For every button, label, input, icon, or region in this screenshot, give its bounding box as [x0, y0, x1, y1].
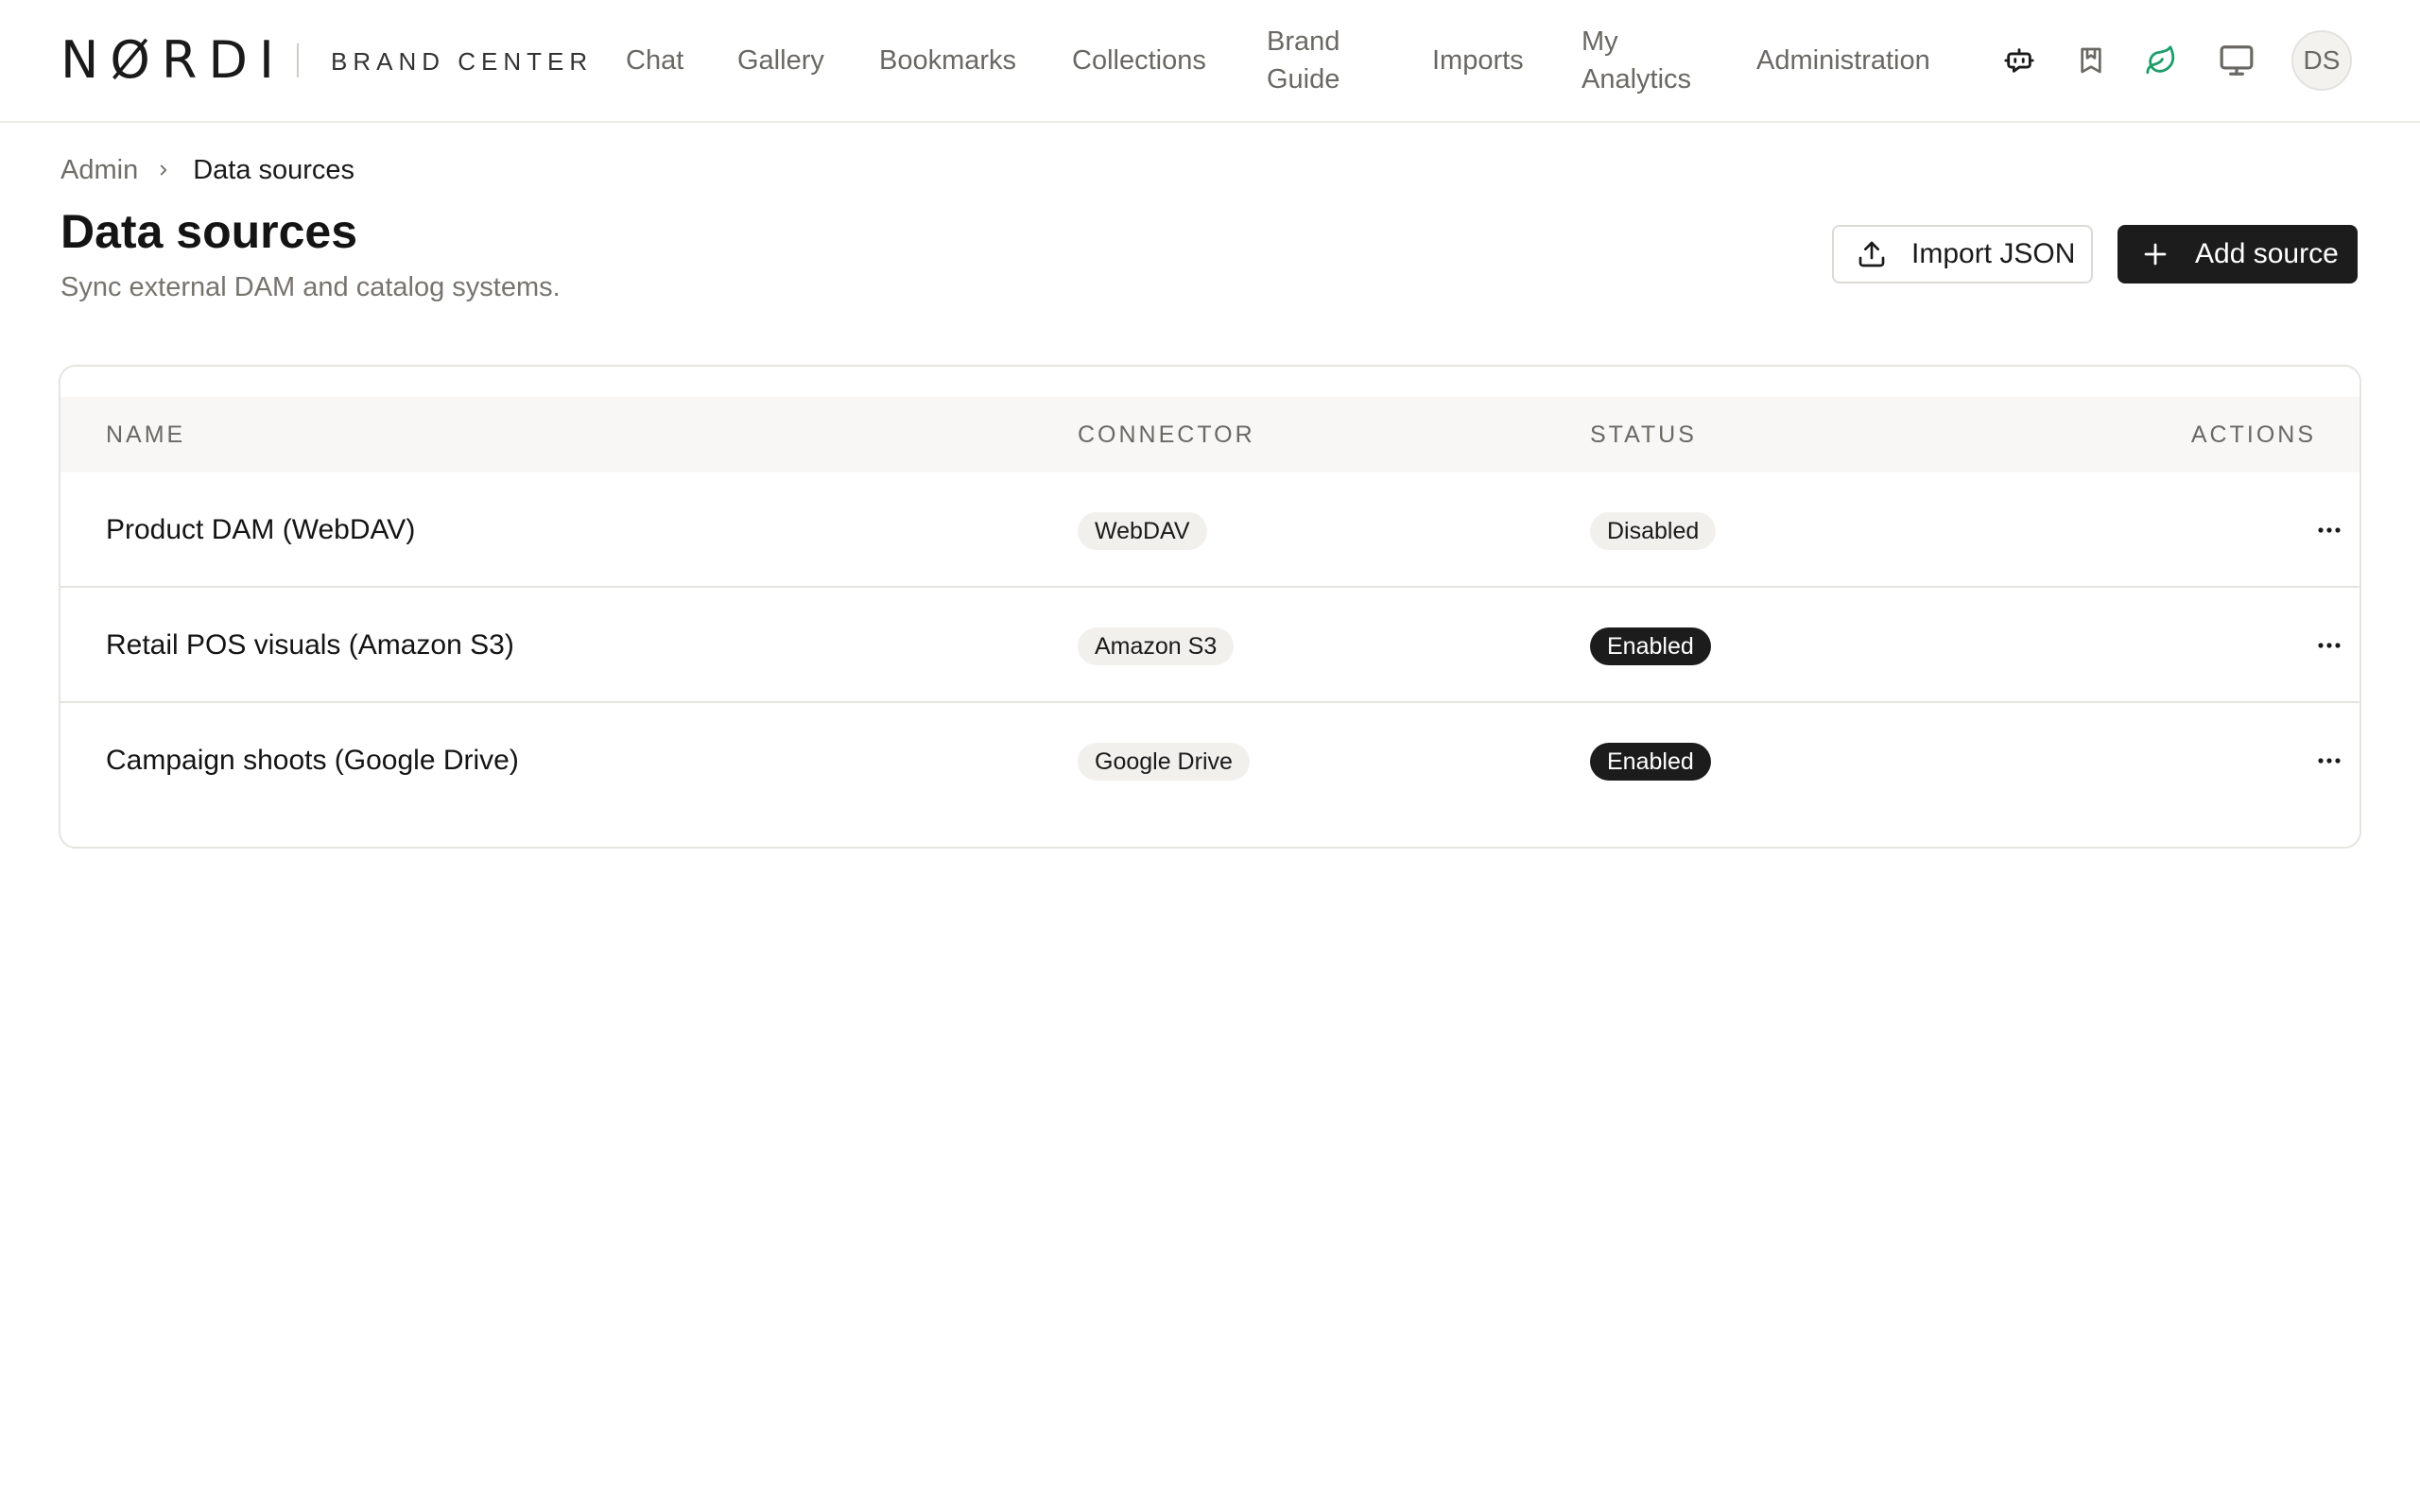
data-sources-table: NAME CONNECTOR STATUS ACTIONS Product DA… [59, 365, 2361, 849]
column-header-status: STATUS [1590, 421, 1697, 448]
source-name: Campaign shoots (Google Drive) [106, 745, 519, 776]
more-actions-icon[interactable] [2310, 742, 2348, 780]
import-json-button[interactable]: Import JSON [1832, 225, 2093, 284]
nav-chat[interactable]: Chat [626, 42, 683, 79]
source-name: Retail POS visuals (Amazon S3) [106, 629, 514, 661]
add-source-button[interactable]: Add source [2118, 225, 2358, 284]
monitor-icon[interactable] [2214, 38, 2259, 83]
breadcrumb: Admin Data sources [60, 151, 354, 189]
table-row[interactable]: Campaign shoots (Google Drive) Google Dr… [60, 703, 2360, 818]
add-source-label: Add source [2195, 238, 2339, 269]
column-header-actions: ACTIONS [2190, 421, 2316, 448]
connector-badge: Google Drive [1078, 743, 1250, 781]
brand-subtitle: BRAND CENTER [331, 47, 594, 76]
breadcrumb-current: Data sources [193, 154, 355, 185]
bookmark-icon[interactable] [2068, 38, 2114, 83]
nav-gallery[interactable]: Gallery [737, 42, 824, 79]
brand-logo[interactable]: NØRDI [60, 35, 285, 86]
connector-badge: Amazon S3 [1078, 627, 1235, 665]
nav-brand-guide[interactable]: Brand Guide [1267, 23, 1380, 98]
page-subtitle: Sync external DAM and catalog systems. [60, 272, 561, 302]
nav-my-analytics[interactable]: My Analytics [1582, 23, 1723, 98]
connector-badge: WebDAV [1078, 512, 1207, 550]
more-actions-icon[interactable] [2310, 627, 2348, 664]
column-header-name: NAME [106, 421, 186, 448]
nav-collections[interactable]: Collections [1072, 42, 1206, 79]
leaf-icon[interactable] [2138, 38, 2184, 83]
page-title: Data sources [60, 205, 358, 258]
table-row[interactable]: Product DAM (WebDAV) WebDAV Disabled [60, 472, 2360, 588]
source-name: Product DAM (WebDAV) [106, 514, 416, 545]
user-avatar[interactable]: DS [2291, 30, 2352, 91]
upload-icon [1855, 237, 1889, 271]
table-row[interactable]: Retail POS visuals (Amazon S3) Amazon S3… [60, 588, 2360, 703]
top-navigation: NØRDI BRAND CENTER Chat Gallery Bookmark… [0, 0, 2420, 123]
status-badge: Enabled [1590, 627, 1711, 665]
column-header-connector: CONNECTOR [1078, 421, 1255, 448]
chevron-right-icon [155, 162, 172, 179]
breadcrumb-admin[interactable]: Admin [60, 155, 138, 186]
nav-bookmarks[interactable]: Bookmarks [879, 42, 1016, 79]
plus-icon [2138, 237, 2172, 271]
status-badge: Disabled [1590, 512, 1717, 550]
more-actions-icon[interactable] [2310, 511, 2348, 549]
logo-divider [297, 43, 299, 77]
import-json-label: Import JSON [1911, 238, 2076, 269]
bot-icon[interactable] [1996, 38, 2042, 83]
nav-imports[interactable]: Imports [1432, 42, 1524, 79]
status-badge: Enabled [1590, 743, 1711, 781]
nav-administration[interactable]: Administration [1756, 42, 1930, 79]
table-header: NAME CONNECTOR STATUS ACTIONS [60, 397, 2360, 472]
